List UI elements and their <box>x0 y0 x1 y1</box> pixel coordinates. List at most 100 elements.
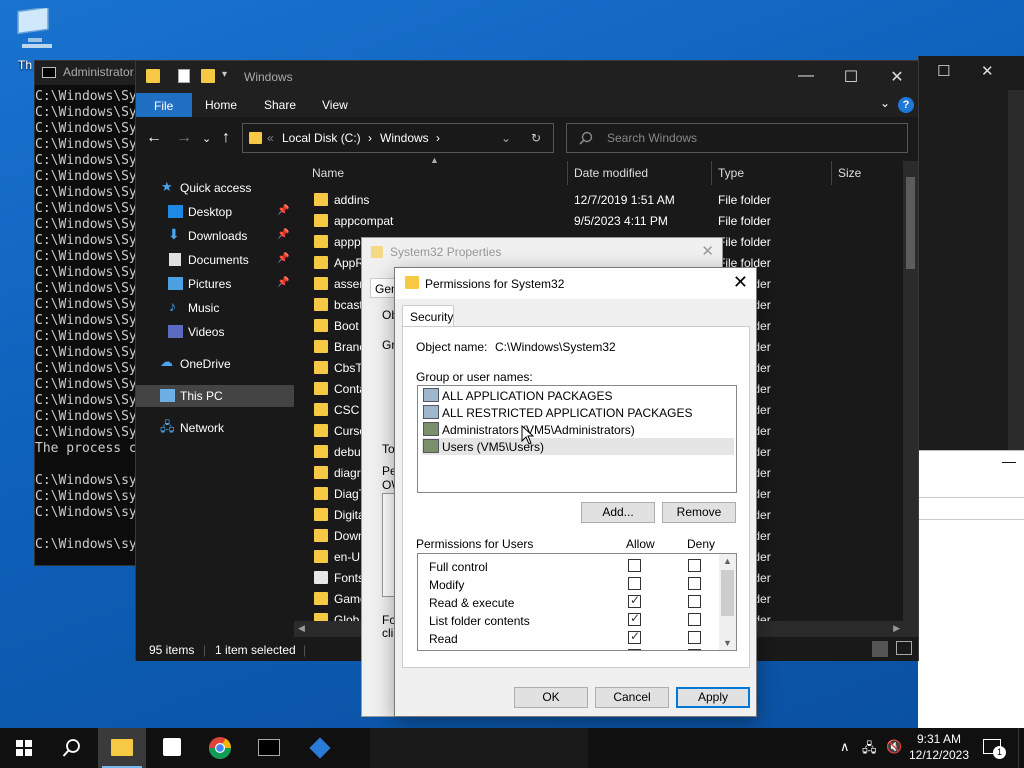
show-desktop-button[interactable] <box>1018 728 1024 768</box>
column-size[interactable]: Size <box>832 161 904 185</box>
cmd-titlebar[interactable]: Administrator <box>35 61 143 85</box>
user-entry[interactable]: Administrators (VM5\Administrators) <box>422 421 734 438</box>
file-row[interactable]: appcompat 9/5/2023 4:11 PM File folder <box>294 211 904 232</box>
nav-documents[interactable]: Documents 📌 <box>136 249 294 271</box>
back-icon[interactable]: ← <box>146 129 162 147</box>
user-entry[interactable]: Users (VM5\Users) <box>422 438 734 455</box>
pin-icon[interactable]: 📌 <box>277 277 289 288</box>
breadcrumb-overflow[interactable]: « <box>267 131 274 145</box>
nav-this-pc[interactable]: This PC <box>136 385 294 407</box>
tab-view[interactable]: View <box>322 98 348 112</box>
new-folder-icon[interactable] <box>201 69 215 83</box>
scroll-down-icon[interactable]: ▼ <box>723 638 732 648</box>
deny-checkbox[interactable] <box>688 631 701 644</box>
deny-checkbox[interactable] <box>688 613 701 626</box>
tab-home[interactable]: Home <box>205 98 237 112</box>
nav-music[interactable]: ♪ Music <box>136 297 294 319</box>
command-prompt-window[interactable]: Administrator C:\Windows\Sy C:\Windows\Sy… <box>34 60 144 566</box>
taskbar-chrome[interactable] <box>196 728 244 768</box>
properties-icon[interactable] <box>178 69 190 83</box>
allow-checkbox[interactable] <box>628 593 641 608</box>
nav-quick-access[interactable]: ★ Quick access <box>136 177 294 199</box>
large-icons-view-icon[interactable] <box>896 641 912 655</box>
breadcrumb-separator[interactable]: › <box>368 131 372 145</box>
deny-checkbox[interactable] <box>688 595 701 608</box>
nav-pictures[interactable]: Pictures 📌 <box>136 273 294 295</box>
network-tray-icon[interactable]: 🖧 <box>862 739 877 761</box>
start-button[interactable] <box>0 728 48 768</box>
nav-downloads[interactable]: ⬇ Downloads 📌 <box>136 225 294 247</box>
maximize-icon[interactable]: ☐ <box>839 67 863 87</box>
permissions-scrollbar[interactable]: ▲ ▼ <box>719 554 736 650</box>
permissions-titlebar[interactable]: Permissions for System32 ✕ <box>395 268 756 299</box>
scroll-thumb[interactable] <box>721 570 734 616</box>
nav-videos[interactable]: Videos <box>136 321 294 343</box>
nav-desktop[interactable]: Desktop 📌 <box>136 201 294 223</box>
deny-checkbox[interactable] <box>688 649 701 650</box>
nav-network[interactable]: 🖧 Network <box>136 417 294 439</box>
tab-file[interactable]: File <box>136 93 192 117</box>
ok-button[interactable]: OK <box>514 687 588 708</box>
address-bar[interactable]: « Local Disk (C:) › Windows › ⌄ ↻ <box>242 123 554 153</box>
pin-icon[interactable]: 📌 <box>277 253 289 264</box>
breadcrumb-disk[interactable]: Local Disk (C:) <box>282 131 361 145</box>
search-box[interactable]: Search Windows <box>566 123 908 153</box>
allow-checkbox[interactable] <box>628 629 641 644</box>
taskbar-app[interactable] <box>296 728 344 768</box>
taskbar-command-prompt[interactable] <box>245 728 293 768</box>
clock[interactable]: 9:31 AM 12/12/2023 <box>904 731 974 763</box>
column-name[interactable]: Name <box>294 161 568 185</box>
allow-checkbox[interactable] <box>628 649 641 650</box>
user-entry[interactable]: ALL APPLICATION PACKAGES <box>422 387 734 404</box>
nav-onedrive[interactable]: ☁ OneDrive <box>136 353 294 375</box>
up-icon[interactable]: ↑ <box>222 129 230 147</box>
close-icon[interactable]: ✕ <box>981 62 994 80</box>
cancel-button[interactable]: Cancel <box>595 687 669 708</box>
scroll-thumb[interactable] <box>906 177 915 269</box>
scroll-right-icon[interactable]: ▶ <box>893 623 900 634</box>
user-list[interactable]: ALL APPLICATION PACKAGES ALL RESTRICTED A… <box>417 385 737 493</box>
column-type[interactable]: Type <box>712 161 832 185</box>
address-dropdown-icon[interactable]: ⌄ <box>501 131 511 145</box>
permissions-list[interactable]: Full control Modify Read & execute List fol… <box>417 553 737 651</box>
user-entry[interactable]: ALL RESTRICTED APPLICATION PACKAGES <box>422 404 734 421</box>
search-button[interactable] <box>48 728 96 768</box>
close-icon[interactable]: ✕ <box>701 242 714 260</box>
explorer-titlebar[interactable]: ▾ Windows — ☐ ✕ <box>136 61 918 93</box>
taskbar-file-explorer[interactable] <box>98 728 146 768</box>
expand-ribbon-icon[interactable]: ⌄ <box>880 96 890 110</box>
maximize-icon[interactable]: ☐ <box>937 62 950 80</box>
scrollbar[interactable] <box>1008 90 1024 451</box>
tab-security[interactable]: Security <box>402 305 454 327</box>
allow-checkbox[interactable] <box>628 611 641 626</box>
add-button[interactable]: Add... <box>581 502 655 523</box>
breadcrumb-windows[interactable]: Windows <box>380 131 429 145</box>
close-icon[interactable]: ✕ <box>733 272 748 293</box>
volume-muted-icon[interactable]: 🔇 <box>886 739 902 755</box>
help-icon[interactable]: ? <box>898 97 914 113</box>
deny-checkbox[interactable] <box>688 559 701 572</box>
refresh-icon[interactable]: ↻ <box>531 131 541 145</box>
remove-button[interactable]: Remove <box>662 502 736 523</box>
tab-share[interactable]: Share <box>264 98 296 112</box>
pin-icon[interactable]: 📌 <box>277 229 289 240</box>
apply-button[interactable]: Apply <box>676 687 750 708</box>
allow-checkbox[interactable] <box>628 559 641 572</box>
deny-checkbox[interactable] <box>688 577 701 590</box>
taskbar-store[interactable] <box>148 728 196 768</box>
column-date-modified[interactable]: Date modified <box>568 161 712 185</box>
close-icon[interactable]: ✕ <box>885 67 909 87</box>
notifications-icon[interactable]: 1 <box>983 739 1006 759</box>
permissions-dialog[interactable]: Permissions for System32 ✕ Security Obje… <box>394 267 757 717</box>
allow-checkbox[interactable] <box>628 577 641 590</box>
forward-icon[interactable]: → <box>176 129 192 147</box>
scroll-left-icon[interactable]: ◀ <box>298 623 305 634</box>
chevron-up-icon[interactable]: ∧ <box>840 739 850 755</box>
minimize-icon[interactable]: — <box>1002 453 1016 469</box>
breadcrumb-separator[interactable]: › <box>436 131 440 145</box>
quick-access-dropdown-icon[interactable]: ▾ <box>222 69 227 80</box>
vertical-scrollbar[interactable] <box>903 161 918 637</box>
recent-locations-icon[interactable]: ⌄ <box>202 132 211 145</box>
pin-icon[interactable]: 📌 <box>277 205 289 216</box>
file-row[interactable]: addins 12/7/2019 1:51 AM File folder <box>294 190 904 211</box>
